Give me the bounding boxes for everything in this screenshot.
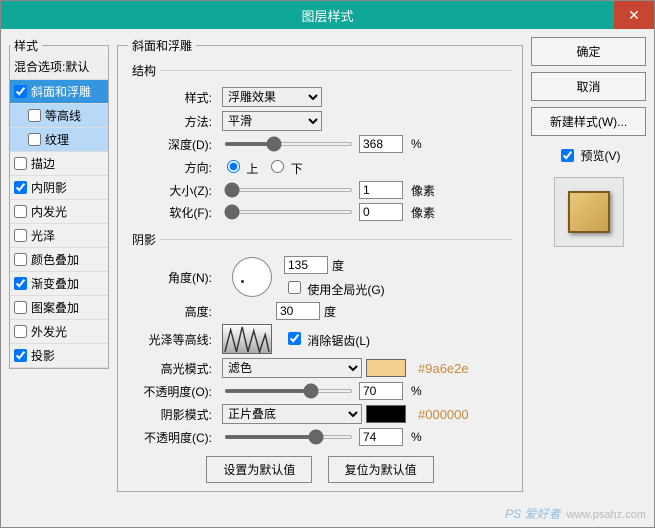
styles-panel: 样式 混合选项:默认 斜面和浮雕等高线纹理描边内阴影内发光光泽颜色叠加渐变叠加图… <box>9 37 109 519</box>
style-label: 等高线 <box>45 107 81 124</box>
titlebar: 图层样式 ✕ <box>1 1 654 29</box>
direction-down[interactable]: 下 <box>266 157 302 177</box>
technique-label: 方法: <box>128 113 218 130</box>
style-item-9[interactable]: 图案叠加 <box>10 296 108 320</box>
direction-label: 方向: <box>128 159 218 176</box>
style-label: 颜色叠加 <box>31 251 79 268</box>
styles-legend: 样式 <box>10 37 42 54</box>
style-label: 光泽 <box>31 227 55 244</box>
bevel-fieldset: 斜面和浮雕 结构 样式: 浮雕效果 方法: 平滑 深度(D): <box>117 37 523 492</box>
style-checkbox[interactable] <box>28 133 41 146</box>
global-light-check[interactable]: 使用全局光(G) <box>284 278 385 298</box>
style-label: 渐变叠加 <box>31 275 79 292</box>
blend-options-header[interactable]: 混合选项:默认 <box>10 54 108 80</box>
style-checkbox[interactable] <box>14 85 27 98</box>
preview-box <box>554 177 624 247</box>
make-default-button[interactable]: 设置为默认值 <box>206 456 312 483</box>
gloss-contour-picker[interactable] <box>222 324 272 354</box>
style-label: 内阴影 <box>31 179 67 196</box>
soften-slider[interactable] <box>224 210 353 214</box>
style-item-8[interactable]: 渐变叠加 <box>10 272 108 296</box>
style-checkbox[interactable] <box>14 181 27 194</box>
size-input[interactable] <box>359 181 403 199</box>
style-label: 纹理 <box>45 131 69 148</box>
style-item-3[interactable]: 描边 <box>10 152 108 176</box>
style-item-4[interactable]: 内阴影 <box>10 176 108 200</box>
soften-label: 软化(F): <box>128 204 218 221</box>
angle-label: 角度(N): <box>128 269 218 286</box>
layer-style-dialog: 图层样式 ✕ 样式 混合选项:默认 斜面和浮雕等高线纹理描边内阴影内发光光泽颜色… <box>0 0 655 528</box>
new-style-button[interactable]: 新建样式(W)... <box>531 107 646 136</box>
soften-input[interactable] <box>359 203 403 221</box>
right-panel: 确定 取消 新建样式(W)... 预览(V) <box>531 37 646 519</box>
highlight-hex: #9a6e2e <box>418 361 469 376</box>
style-checkbox[interactable] <box>14 349 27 362</box>
style-label: 描边 <box>31 155 55 172</box>
style-checkbox[interactable] <box>14 205 27 218</box>
style-label: 外发光 <box>31 323 67 340</box>
style-item-7[interactable]: 颜色叠加 <box>10 248 108 272</box>
style-checkbox[interactable] <box>14 253 27 266</box>
preview-swatch <box>568 191 610 233</box>
cancel-button[interactable]: 取消 <box>531 72 646 101</box>
bevel-legend: 斜面和浮雕 <box>128 37 196 54</box>
style-label: 内发光 <box>31 203 67 220</box>
altitude-label: 高度: <box>128 303 218 320</box>
gloss-contour-label: 光泽等高线: <box>128 331 218 348</box>
style-item-1[interactable]: 等高线 <box>10 104 108 128</box>
style-item-11[interactable]: 投影 <box>10 344 108 368</box>
style-item-10[interactable]: 外发光 <box>10 320 108 344</box>
style-checkbox[interactable] <box>28 109 41 122</box>
antialias-check[interactable]: 消除锯齿(L) <box>284 329 370 349</box>
style-checkbox[interactable] <box>14 157 27 170</box>
ok-button[interactable]: 确定 <box>531 37 646 66</box>
highlight-color-swatch[interactable] <box>366 359 406 377</box>
shading-legend: 阴影 <box>128 231 160 248</box>
depth-label: 深度(D): <box>128 136 218 153</box>
size-slider[interactable] <box>224 188 353 192</box>
preview-check[interactable]: 预览(V) <box>531 146 646 165</box>
direction-up[interactable]: 上 <box>222 157 258 177</box>
main-panel: 斜面和浮雕 结构 样式: 浮雕效果 方法: 平滑 深度(D): <box>117 37 523 519</box>
style-item-5[interactable]: 内发光 <box>10 200 108 224</box>
altitude-input[interactable] <box>276 302 320 320</box>
style-checkbox[interactable] <box>14 301 27 314</box>
highlight-opacity-label: 不透明度(O): <box>128 383 218 400</box>
style-checkbox[interactable] <box>14 229 27 242</box>
close-button[interactable]: ✕ <box>614 1 654 29</box>
angle-dial[interactable] <box>232 257 272 297</box>
shadow-hex: #000000 <box>418 407 469 422</box>
style-checkbox[interactable] <box>14 325 27 338</box>
window-title: 图层样式 <box>301 6 353 25</box>
depth-input[interactable] <box>359 135 403 153</box>
style-item-6[interactable]: 光泽 <box>10 224 108 248</box>
highlight-opacity-slider[interactable] <box>224 389 353 393</box>
highlight-mode-select[interactable]: 滤色 <box>222 358 362 378</box>
highlight-mode-label: 高光模式: <box>128 360 218 377</box>
depth-slider[interactable] <box>224 142 353 146</box>
style-item-2[interactable]: 纹理 <box>10 128 108 152</box>
shadow-color-swatch[interactable] <box>366 405 406 423</box>
shadow-opacity-slider[interactable] <box>224 435 353 439</box>
style-label: 投影 <box>31 347 55 364</box>
shadow-mode-select[interactable]: 正片叠底 <box>222 404 362 424</box>
shadow-opacity-label: 不透明度(C): <box>128 429 218 446</box>
reset-default-button[interactable]: 复位为默认值 <box>328 456 434 483</box>
structure-legend: 结构 <box>128 62 160 79</box>
shadow-mode-label: 阴影模式: <box>128 406 218 423</box>
style-checkbox[interactable] <box>14 277 27 290</box>
angle-input[interactable] <box>284 256 328 274</box>
style-label: 样式: <box>128 89 218 106</box>
shadow-opacity-input[interactable] <box>359 428 403 446</box>
style-item-0[interactable]: 斜面和浮雕 <box>10 80 108 104</box>
style-label: 斜面和浮雕 <box>31 83 91 100</box>
highlight-opacity-input[interactable] <box>359 382 403 400</box>
technique-select[interactable]: 平滑 <box>222 111 322 131</box>
style-select[interactable]: 浮雕效果 <box>222 87 322 107</box>
size-label: 大小(Z): <box>128 182 218 199</box>
style-label: 图案叠加 <box>31 299 79 316</box>
